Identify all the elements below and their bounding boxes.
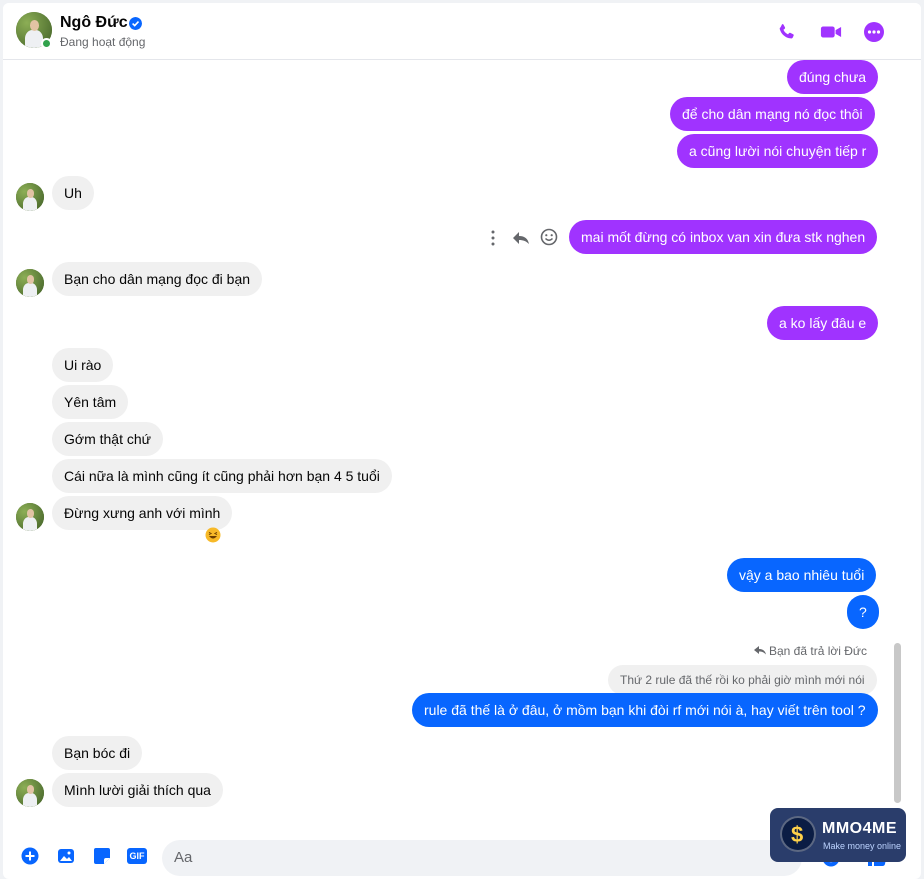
sender-avatar[interactable] <box>16 269 44 297</box>
dollar-coin-icon: $ <box>780 816 816 852</box>
contact-status: Đang hoạt động <box>60 35 146 49</box>
verified-icon <box>129 17 142 30</box>
more-icon[interactable] <box>863 21 885 43</box>
message-incoming[interactable]: Yên tâm <box>52 385 129 419</box>
message-incoming[interactable]: Bạn bóc đi <box>52 736 143 770</box>
react-icon[interactable] <box>540 228 558 246</box>
reply-quote[interactable]: Thứ 2 rule đã thế rồi ko phải giờ mình m… <box>608 665 877 695</box>
contact-name[interactable]: Ngô Đức <box>60 14 128 32</box>
message-incoming[interactable]: Uh <box>52 176 94 210</box>
chat-header: Ngô Đức Đang hoạt động <box>3 3 921 60</box>
laugh-reaction-icon[interactable] <box>205 527 221 543</box>
message-outgoing[interactable]: ? <box>847 595 879 629</box>
more-options-icon[interactable] <box>488 229 498 247</box>
message-outgoing[interactable]: a cũng lười nói chuyện tiếp r <box>677 134 879 168</box>
message-incoming[interactable]: Bạn cho dân mạng đọc đi bạn <box>52 262 263 296</box>
online-indicator <box>41 38 52 49</box>
chat-window: Ngô Đức Đang hoạt động đúng chưa để cho … <box>3 3 921 879</box>
reply-meta: Bạn đã trả lời Đức <box>769 644 867 658</box>
sender-avatar[interactable] <box>16 503 44 531</box>
sticker-icon[interactable] <box>93 847 111 865</box>
message-outgoing[interactable]: a ko lấy đâu e <box>767 306 879 340</box>
scrollbar[interactable] <box>894 643 901 803</box>
video-icon[interactable] <box>819 21 843 43</box>
watermark-tagline: Make money online <box>823 841 902 851</box>
message-input[interactable]: Aa <box>162 840 802 876</box>
sender-avatar[interactable] <box>16 779 44 807</box>
reply-icon[interactable] <box>511 229 531 247</box>
message-outgoing[interactable]: đúng chưa <box>787 60 878 94</box>
message-incoming[interactable]: Cái nữa là mình cũng ít cũng phải hơn bạ… <box>52 459 392 493</box>
message-outgoing[interactable]: rule đã thế là ở đâu, ở mồm bạn khi đòi … <box>412 693 878 727</box>
watermark-logo: $ MMO4ME Make money online <box>770 808 906 862</box>
watermark-brand: MMO4ME <box>822 820 897 837</box>
message-input-placeholder: Aa <box>174 849 193 866</box>
message-outgoing[interactable]: mai mốt đừng có inbox van xin đưa stk ng… <box>569 220 878 254</box>
sender-avatar[interactable] <box>16 183 44 211</box>
image-icon[interactable] <box>57 847 75 865</box>
message-incoming[interactable]: Đừng xưng anh với mình <box>52 496 233 530</box>
message-incoming[interactable]: Mình lười giải thích qua <box>52 773 223 807</box>
gif-icon[interactable]: GIF <box>127 848 147 864</box>
message-outgoing[interactable]: vậy a bao nhiêu tuổi <box>727 558 877 592</box>
phone-icon[interactable] <box>776 21 798 43</box>
message-incoming[interactable]: Gớm thật chứ <box>52 422 164 456</box>
message-outgoing[interactable]: để cho dân mạng nó đọc thôi <box>670 97 875 131</box>
reply-indicator-icon <box>754 646 766 655</box>
message-incoming[interactable]: Ui rào <box>52 348 114 382</box>
plus-icon[interactable] <box>21 847 39 865</box>
